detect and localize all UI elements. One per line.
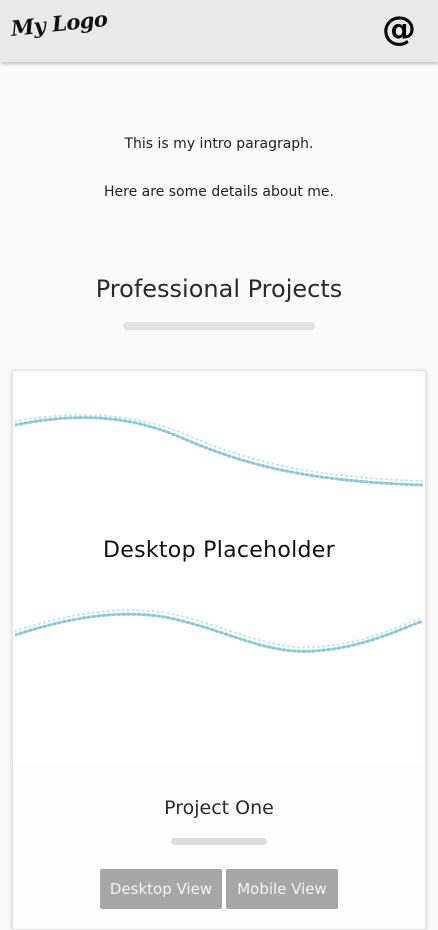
mobile-view-button[interactable]: Mobile View [226,869,338,909]
section-title-underline [123,322,315,330]
preview-placeholder-text: Desktop Placeholder [103,538,335,563]
site-header: My Logo @ [0,0,438,62]
intro-section: This is my intro paragraph. Here are som… [0,134,438,202]
desktop-view-button[interactable]: Desktop View [100,869,222,909]
decorative-waves [15,414,423,653]
contact-at-icon[interactable]: @ [381,11,417,47]
details-paragraph: Here are some details about me. [104,184,334,200]
project-card: Desktop Placeholder Project One Desktop … [12,370,426,930]
project-preview-image: Desktop Placeholder [15,373,423,763]
project-title: Project One [164,797,274,819]
project-title-underline [171,838,267,845]
site-logo[interactable]: My Logo [10,6,109,41]
section-title: Professional Projects [95,275,343,303]
intro-paragraph: This is my intro paragraph. [124,136,314,152]
